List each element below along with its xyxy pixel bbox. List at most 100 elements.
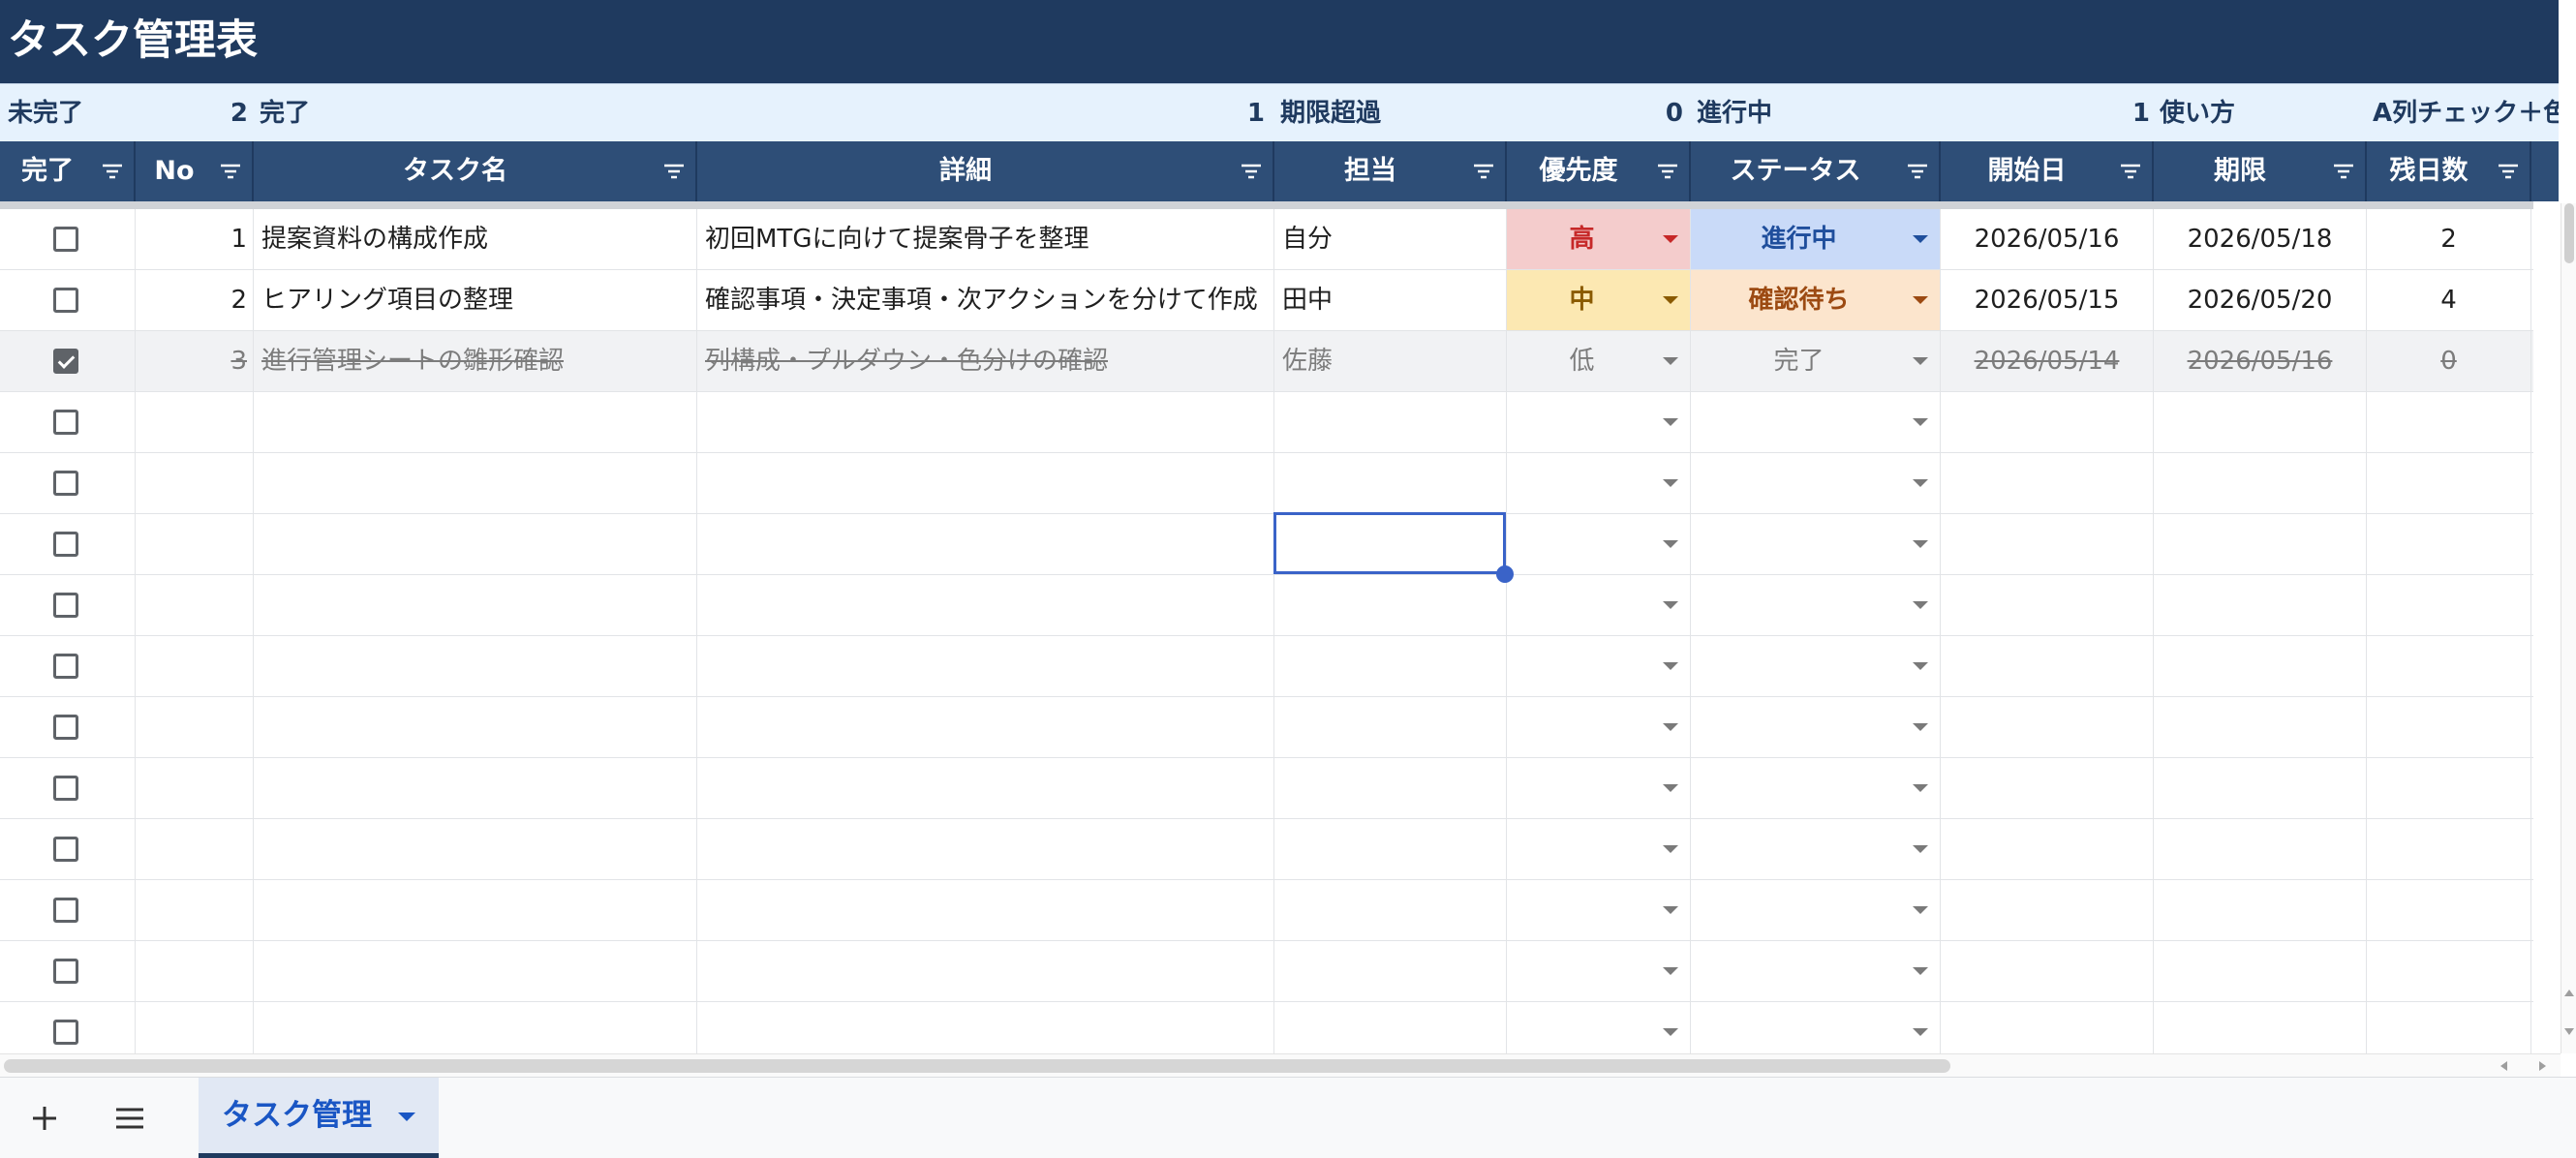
- header-no[interactable]: No: [136, 141, 254, 201]
- checkbox-cell[interactable]: [0, 758, 136, 818]
- checkbox[interactable]: [53, 593, 78, 618]
- status-cell[interactable]: 進行中: [1691, 209, 1941, 269]
- task-name-cell[interactable]: [254, 758, 697, 818]
- status-cell[interactable]: [1691, 941, 1941, 1001]
- checkbox-cell[interactable]: [0, 819, 136, 879]
- start-date-cell[interactable]: 2026/05/15: [1941, 270, 2154, 330]
- filter-icon[interactable]: [99, 158, 126, 185]
- priority-cell[interactable]: [1507, 453, 1691, 513]
- owner-cell[interactable]: [1274, 758, 1507, 818]
- chevron-down-icon[interactable]: [398, 1112, 415, 1121]
- task-name-cell[interactable]: [254, 941, 697, 1001]
- remaining-days-cell[interactable]: [2367, 941, 2531, 1001]
- dropdown-arrow-icon[interactable]: [1663, 296, 1678, 304]
- checkbox-cell[interactable]: [0, 880, 136, 940]
- dropdown-arrow-icon[interactable]: [1913, 662, 1928, 670]
- start-date-cell[interactable]: [1941, 697, 2154, 757]
- remaining-days-cell[interactable]: [2367, 575, 2531, 635]
- no-cell[interactable]: [136, 819, 254, 879]
- plus-icon[interactable]: [23, 1097, 66, 1140]
- owner-cell[interactable]: 田中: [1274, 270, 1507, 330]
- filter-icon[interactable]: [1470, 158, 1497, 185]
- filter-icon[interactable]: [660, 158, 688, 185]
- priority-cell[interactable]: [1507, 697, 1691, 757]
- start-date-cell[interactable]: [1941, 1002, 2154, 1053]
- dropdown-arrow-icon[interactable]: [1913, 601, 1928, 609]
- due-date-cell[interactable]: [2154, 697, 2367, 757]
- task-name-cell[interactable]: 提案資料の構成作成: [254, 209, 697, 269]
- vertical-scroll-thumb[interactable]: [2564, 203, 2574, 263]
- header-detail[interactable]: 詳細: [697, 141, 1274, 201]
- dropdown-arrow-icon[interactable]: [1663, 479, 1678, 487]
- due-date-cell[interactable]: [2154, 758, 2367, 818]
- dropdown-arrow-icon[interactable]: [1913, 418, 1928, 426]
- horizontal-scroll-thumb[interactable]: [4, 1059, 1950, 1073]
- scroll-left-arrow-icon[interactable]: [2500, 1061, 2507, 1071]
- due-date-cell[interactable]: 2026/05/16: [2154, 331, 2367, 391]
- task-name-cell[interactable]: [254, 392, 697, 452]
- checkbox[interactable]: [53, 288, 78, 313]
- remaining-days-cell[interactable]: 4: [2367, 270, 2531, 330]
- checkbox[interactable]: [53, 776, 78, 801]
- no-cell[interactable]: [136, 514, 254, 574]
- dropdown-arrow-icon[interactable]: [1663, 662, 1678, 670]
- status-cell[interactable]: 完了: [1691, 331, 1941, 391]
- checkbox[interactable]: [53, 349, 78, 374]
- checkbox[interactable]: [53, 471, 78, 496]
- remaining-days-cell[interactable]: [2367, 758, 2531, 818]
- due-date-cell[interactable]: [2154, 575, 2367, 635]
- dropdown-arrow-icon[interactable]: [1663, 906, 1678, 914]
- no-cell[interactable]: 1: [136, 209, 254, 269]
- filter-icon[interactable]: [2330, 158, 2357, 185]
- owner-cell[interactable]: [1274, 392, 1507, 452]
- detail-cell[interactable]: [697, 636, 1274, 696]
- status-cell[interactable]: [1691, 758, 1941, 818]
- filter-icon[interactable]: [2495, 158, 2522, 185]
- dropdown-arrow-icon[interactable]: [1913, 1028, 1928, 1036]
- detail-cell[interactable]: [697, 1002, 1274, 1053]
- detail-cell[interactable]: [697, 575, 1274, 635]
- dropdown-arrow-icon[interactable]: [1913, 479, 1928, 487]
- header-status[interactable]: ステータス: [1691, 141, 1941, 201]
- status-cell[interactable]: [1691, 636, 1941, 696]
- no-cell[interactable]: 2: [136, 270, 254, 330]
- filter-icon[interactable]: [217, 158, 244, 185]
- start-date-cell[interactable]: [1941, 758, 2154, 818]
- dropdown-arrow-icon[interactable]: [1913, 357, 1928, 365]
- header-due-date[interactable]: 期限: [2154, 141, 2367, 201]
- detail-cell[interactable]: 列構成・プルダウン・色分けの確認: [697, 331, 1274, 391]
- no-cell[interactable]: [136, 636, 254, 696]
- owner-cell[interactable]: [1274, 941, 1507, 1001]
- scroll-up-arrow-icon[interactable]: [2564, 990, 2574, 996]
- priority-cell[interactable]: [1507, 819, 1691, 879]
- dropdown-arrow-icon[interactable]: [1913, 845, 1928, 853]
- checkbox[interactable]: [53, 532, 78, 557]
- start-date-cell[interactable]: 2026/05/16: [1941, 209, 2154, 269]
- filter-icon[interactable]: [2117, 158, 2144, 185]
- detail-cell[interactable]: 確認事項・決定事項・次アクションを分けて作成: [697, 270, 1274, 330]
- dropdown-arrow-icon[interactable]: [1663, 235, 1678, 243]
- due-date-cell[interactable]: [2154, 392, 2367, 452]
- dropdown-arrow-icon[interactable]: [1663, 845, 1678, 853]
- checkbox-cell[interactable]: [0, 270, 136, 330]
- checkbox-cell[interactable]: [0, 941, 136, 1001]
- filter-icon[interactable]: [1238, 158, 1265, 185]
- priority-cell[interactable]: [1507, 758, 1691, 818]
- priority-cell[interactable]: [1507, 941, 1691, 1001]
- dropdown-arrow-icon[interactable]: [1663, 723, 1678, 731]
- remaining-days-cell[interactable]: [2367, 392, 2531, 452]
- dropdown-arrow-icon[interactable]: [1663, 357, 1678, 365]
- remaining-days-cell[interactable]: [2367, 453, 2531, 513]
- dropdown-arrow-icon[interactable]: [1913, 906, 1928, 914]
- status-cell[interactable]: [1691, 697, 1941, 757]
- dropdown-arrow-icon[interactable]: [1913, 540, 1928, 548]
- checkbox-cell[interactable]: [0, 209, 136, 269]
- task-name-cell[interactable]: [254, 453, 697, 513]
- no-cell[interactable]: [136, 941, 254, 1001]
- checkbox-cell[interactable]: [0, 575, 136, 635]
- vertical-scrollbar[interactable]: [2561, 203, 2576, 1053]
- task-name-cell[interactable]: [254, 697, 697, 757]
- owner-cell[interactable]: [1274, 453, 1507, 513]
- checkbox-cell[interactable]: [0, 392, 136, 452]
- owner-cell[interactable]: [1274, 1002, 1507, 1053]
